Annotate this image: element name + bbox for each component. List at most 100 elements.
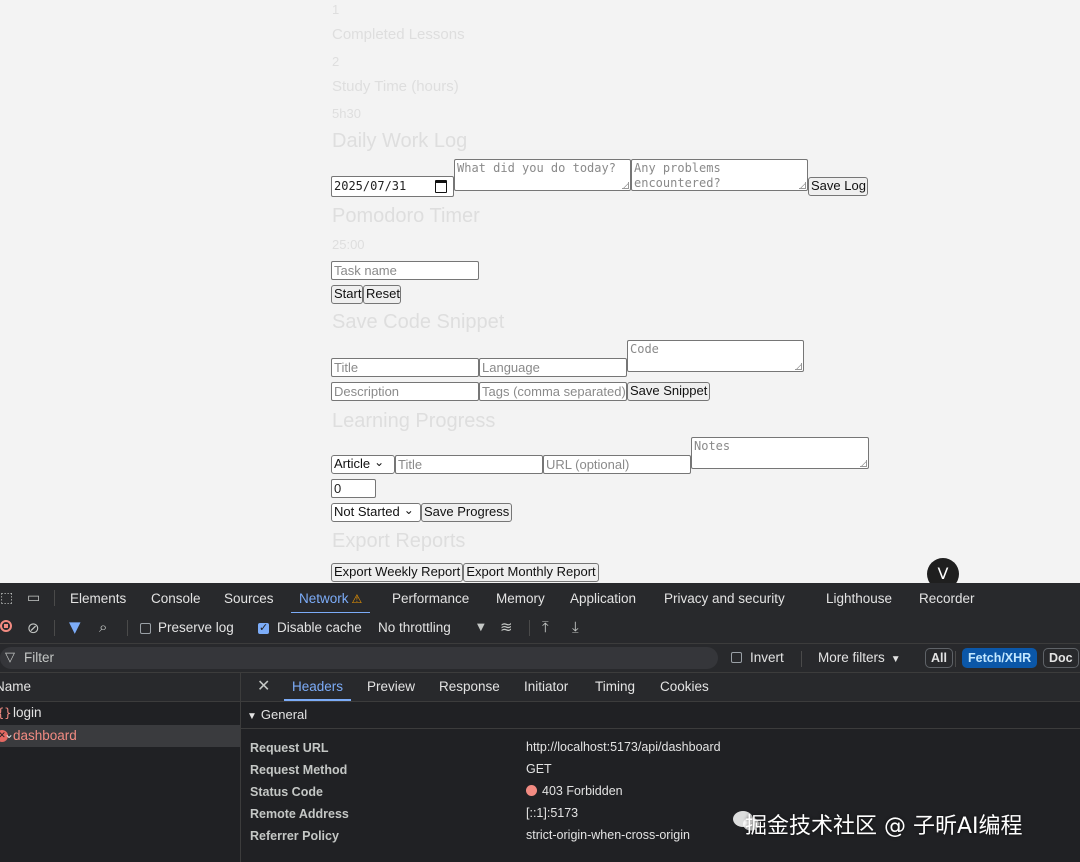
- divider: [801, 651, 802, 667]
- divider: [955, 651, 956, 667]
- export-monthly-button[interactable]: Export Monthly Report: [463, 563, 599, 582]
- save-snippet-button[interactable]: Save Snippet: [627, 382, 710, 401]
- filter-funnel-icon: ▽: [5, 650, 15, 665]
- device-toolbar-icon[interactable]: ▭: [27, 590, 40, 606]
- general-section-header[interactable]: ▼ General: [241, 702, 1080, 729]
- scroll-down-chevron-icon[interactable]: V: [927, 558, 959, 583]
- save-progress-button[interactable]: Save Progress: [421, 503, 512, 522]
- invert-checkbox[interactable]: [731, 652, 742, 663]
- tab-lighthouse[interactable]: Lighthouse: [826, 591, 892, 606]
- progress-percent-input[interactable]: 0: [331, 479, 376, 498]
- tab-network-label: Network: [299, 591, 349, 606]
- filter-bar: ▽ Filter Invert More filters ▼ All Fetch/…: [0, 644, 1080, 673]
- faded-number: 1: [332, 2, 340, 17]
- preserve-log-label: Preserve log: [158, 620, 234, 635]
- faded-label-completed-lessons: Completed Lessons: [332, 26, 465, 43]
- filter-doc-button[interactable]: Doc: [1043, 648, 1079, 668]
- header-key: Request URL: [250, 741, 329, 755]
- inspect-element-icon[interactable]: ⬚: [0, 590, 13, 606]
- section-heading-daily-work-log: Daily Work Log: [332, 130, 468, 152]
- filter-placeholder: Filter: [24, 650, 54, 665]
- date-value: 2025/07/31: [334, 179, 407, 193]
- progress-notes-textarea[interactable]: Notes: [691, 437, 869, 469]
- log-date-input[interactable]: 2025/07/31: [331, 176, 454, 197]
- tab-preview[interactable]: Preview: [367, 679, 415, 694]
- progress-url-input[interactable]: URL (optional): [543, 455, 691, 474]
- header-key: Referrer Policy: [250, 829, 339, 843]
- throttling-select[interactable]: No throttling: [378, 620, 451, 635]
- faded-label-study-time: Study Time (hours): [332, 78, 459, 95]
- task-name-input[interactable]: Task name: [331, 261, 479, 280]
- preserve-log-checkbox[interactable]: [140, 623, 151, 634]
- request-row-dashboard[interactable]: ✕ dashboard: [0, 725, 240, 747]
- tab-response[interactable]: Response: [439, 679, 500, 694]
- save-log-button[interactable]: Save Log: [808, 177, 868, 196]
- filter-fetch-xhr-button[interactable]: Fetch/XHR: [962, 648, 1038, 668]
- start-button[interactable]: Start: [331, 285, 363, 304]
- disable-cache-checkbox[interactable]: [258, 621, 269, 634]
- general-title: General: [260, 707, 308, 722]
- tab-network[interactable]: Network ⚠: [290, 591, 371, 614]
- clear-icon[interactable]: ⊘: [27, 620, 40, 636]
- resource-type-select[interactable]: Article: [331, 455, 395, 474]
- snippet-title-input[interactable]: Title: [331, 358, 479, 377]
- progress-status-value: Not Started: [334, 504, 400, 519]
- export-har-icon[interactable]: ⤓: [572, 619, 579, 635]
- section-heading-learning-progress: Learning Progress: [332, 410, 496, 432]
- export-weekly-button[interactable]: Export Weekly Report: [331, 563, 463, 582]
- section-heading-pomodoro: Pomodoro Timer: [332, 205, 480, 227]
- divider: [54, 590, 55, 606]
- header-key: Status Code: [250, 785, 323, 799]
- filter-input[interactable]: ▽ Filter: [0, 647, 718, 669]
- network-conditions-icon[interactable]: ≋: [500, 619, 513, 635]
- filter-all-button[interactable]: All: [925, 648, 953, 668]
- snippet-language-input[interactable]: Language: [479, 358, 627, 377]
- tab-performance[interactable]: Performance: [392, 591, 469, 606]
- name-column-header[interactable]: Name: [0, 673, 240, 702]
- calendar-icon[interactable]: [435, 180, 447, 193]
- request-name: dashboard: [13, 728, 77, 743]
- divider: [54, 620, 55, 636]
- progress-title-input[interactable]: Title: [395, 455, 543, 474]
- devtools-tab-bar: ⬚ ▭ Elements Console Sources Network ⚠ Pe…: [0, 583, 1080, 614]
- search-icon[interactable]: ⌕: [99, 619, 107, 635]
- detail-tab-bar: ✕ Headers Preview Response Initiator Tim…: [241, 673, 1080, 702]
- more-filters-label: More filters: [818, 650, 885, 665]
- more-filters-dropdown[interactable]: More filters ▼: [818, 650, 901, 665]
- snippet-code-textarea[interactable]: Code: [627, 340, 804, 372]
- log-done-textarea[interactable]: What did you do today?: [454, 159, 631, 191]
- tab-headers[interactable]: Headers: [283, 679, 352, 701]
- import-har-icon[interactable]: ⤒: [542, 619, 549, 635]
- remote-address-value: [::1]:5173: [526, 806, 579, 820]
- timer-display: 25:00: [332, 237, 365, 252]
- dropdown-arrow-icon[interactable]: ▼: [477, 620, 485, 636]
- filter-icon[interactable]: ▼: [69, 619, 81, 635]
- progress-status-select[interactable]: Not Started: [331, 503, 421, 522]
- stop-recording-icon[interactable]: [0, 620, 12, 632]
- name-header-label: Name: [0, 679, 32, 694]
- log-problems-textarea[interactable]: Any problems encountered?: [631, 159, 808, 191]
- invert-label: Invert: [750, 650, 784, 665]
- close-icon[interactable]: ✕: [257, 678, 270, 694]
- tab-sources[interactable]: Sources: [224, 591, 274, 606]
- tab-privacy-security[interactable]: Privacy and security: [664, 591, 785, 606]
- tab-elements[interactable]: Elements: [70, 591, 126, 606]
- tab-timing[interactable]: Timing: [595, 679, 635, 694]
- web-page: 1 Completed Lessons 2 Study Time (hours)…: [0, 0, 1080, 583]
- faded-value: 5h30: [332, 106, 361, 121]
- request-row-login[interactable]: {} login: [0, 702, 240, 724]
- reset-button[interactable]: Reset: [363, 285, 401, 304]
- tab-initiator[interactable]: Initiator: [524, 679, 568, 694]
- referrer-policy-value: strict-origin-when-cross-origin: [526, 828, 690, 842]
- snippet-description-input[interactable]: Description: [331, 382, 479, 401]
- tab-recorder[interactable]: Recorder: [919, 591, 975, 606]
- divider: [529, 620, 530, 636]
- network-toolbar: ⊘ ▼ ⌕ Preserve log Disable cache No thro…: [0, 613, 1080, 644]
- tab-application[interactable]: Application: [570, 591, 636, 606]
- tab-console[interactable]: Console: [151, 591, 201, 606]
- snippet-tags-input[interactable]: Tags (comma separated): [479, 382, 627, 401]
- tab-memory[interactable]: Memory: [496, 591, 545, 606]
- status-code-text: 403 Forbidden: [542, 784, 623, 798]
- watermark-text: 掘金技术社区 @ 子昕AI编程: [745, 814, 1023, 839]
- tab-cookies[interactable]: Cookies: [660, 679, 709, 694]
